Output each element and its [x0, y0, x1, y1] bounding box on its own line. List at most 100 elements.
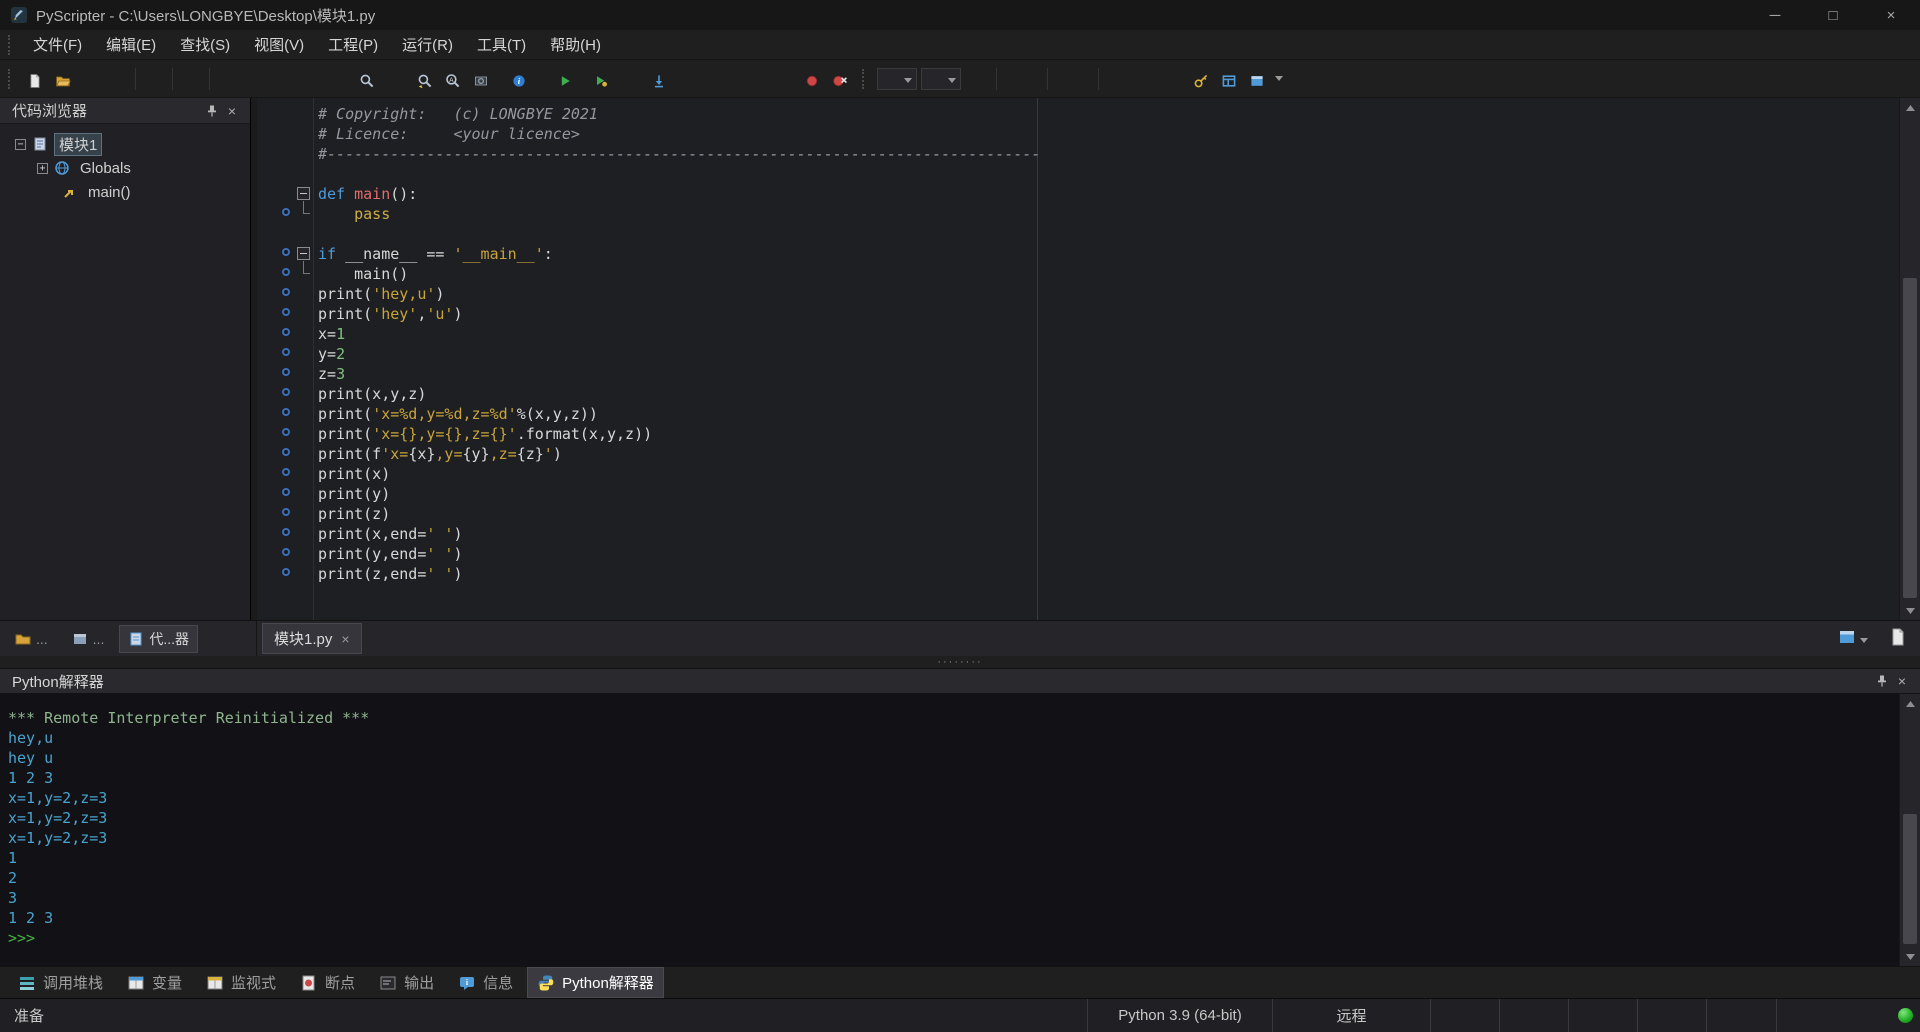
code-line[interactable]: # Copyright: (c) LONGBYE 2021	[257, 104, 1899, 124]
code-line[interactable]	[257, 224, 1899, 244]
open-folder-button[interactable]	[49, 65, 77, 93]
code-line[interactable]	[257, 164, 1899, 184]
breakpoint-marker-icon[interactable]	[282, 488, 290, 496]
code-line[interactable]: print(z,end=' ')	[257, 564, 1899, 584]
code-line[interactable]: print('hey','u')	[257, 304, 1899, 324]
engine-combo[interactable]	[921, 67, 961, 90]
step-down-button[interactable]	[645, 65, 673, 93]
breakpoint-marker-icon[interactable]	[282, 308, 290, 316]
breakpoint-marker-icon[interactable]	[282, 448, 290, 456]
code-line[interactable]: print(z)	[257, 504, 1899, 524]
menu-item-t[interactable]: 工具(T)	[465, 30, 538, 59]
menu-item-h[interactable]: 帮助(H)	[538, 30, 613, 59]
tree-item-1[interactable]: − 模块1	[0, 132, 250, 156]
menu-item-s[interactable]: 查找(S)	[168, 30, 242, 59]
code-line[interactable]: print(x,y,z)	[257, 384, 1899, 404]
breakpoint-marker-icon[interactable]	[282, 408, 290, 416]
code-line[interactable]: # Licence: <your licence>	[257, 124, 1899, 144]
menu-item-p[interactable]: 工程(P)	[316, 30, 390, 59]
run-button[interactable]	[551, 65, 579, 93]
code-line[interactable]: print(f'x={x},y={y},z={z}')	[257, 444, 1899, 464]
code-line[interactable]: main()	[257, 261, 1899, 284]
close-button[interactable]: ×	[1862, 0, 1920, 30]
tree-item-globals[interactable]: + Globals	[0, 156, 250, 180]
tab-close-icon[interactable]: ×	[341, 631, 349, 647]
search-button[interactable]	[353, 65, 381, 93]
maximize-button[interactable]: □	[1804, 0, 1862, 30]
code-line[interactable]: print(y,end=' ')	[257, 544, 1899, 564]
code-line[interactable]: def main():	[257, 184, 1899, 204]
interpreter-output[interactable]: *** Remote Interpreter Reinitialized ***…	[0, 694, 1899, 966]
search-next-button[interactable]	[411, 65, 439, 93]
info-button[interactable]: i	[505, 65, 533, 93]
breakpoint-marker-icon[interactable]	[282, 248, 290, 256]
breakpoint-button[interactable]	[798, 65, 826, 93]
windows-button[interactable]	[1243, 65, 1271, 93]
breakpoint-marker-icon[interactable]	[282, 328, 290, 336]
editor-tab-module1[interactable]: 模块1.py ×	[262, 623, 362, 654]
editor-list-button[interactable]	[1837, 627, 1868, 651]
new-file-button[interactable]	[21, 65, 49, 93]
screenshot-button[interactable]	[467, 65, 495, 93]
scroll-down-icon[interactable]	[1900, 601, 1920, 620]
dock-tab-files[interactable]: ...	[6, 627, 57, 651]
code-line[interactable]: x=1	[257, 324, 1899, 344]
code-area[interactable]: # Copyright: (c) LONGBYE 2021 # Licence: …	[257, 98, 1899, 620]
breakpoint-marker-icon[interactable]	[282, 528, 290, 536]
breakpoint-marker-icon[interactable]	[282, 568, 290, 576]
code-line[interactable]: print('x=%d,y=%d,z=%d'%(x,y,z))	[257, 404, 1899, 424]
code-line[interactable]: print(x)	[257, 464, 1899, 484]
code-line[interactable]: pass	[257, 201, 1899, 224]
scroll-up-icon[interactable]	[1900, 98, 1920, 117]
breakpoint-clear-button[interactable]	[826, 65, 854, 93]
breakpoint-marker-icon[interactable]	[282, 468, 290, 476]
pin-icon[interactable]	[202, 101, 222, 121]
fold-collapse-icon[interactable]	[297, 187, 310, 200]
dropdown-caret-button[interactable]	[1271, 65, 1287, 93]
expand-icon[interactable]: +	[37, 162, 48, 174]
code-line[interactable]: z=3	[257, 364, 1899, 384]
scrollbar-thumb[interactable]	[1903, 278, 1917, 598]
code-line[interactable]: #---------------------------------------…	[257, 144, 1899, 164]
dock-tab-project[interactable]: ...	[63, 627, 114, 651]
dock-tab-explorer[interactable]: 代...器	[119, 624, 199, 653]
breakpoint-marker-icon[interactable]	[282, 348, 290, 356]
menu-item-e[interactable]: 编辑(E)	[94, 30, 168, 59]
code-line[interactable]: y=2	[257, 344, 1899, 364]
debug-button[interactable]	[587, 65, 615, 93]
dock-tab-python[interactable]: Python解释器	[527, 967, 664, 998]
collapse-icon[interactable]: −	[15, 138, 26, 150]
code-line[interactable]: print(x,end=' ')	[257, 524, 1899, 544]
tools-button[interactable]	[1187, 65, 1215, 93]
menu-item-f[interactable]: 文件(F)	[21, 30, 94, 59]
layouts-button[interactable]	[1215, 65, 1243, 93]
dock-tab-breakpoints[interactable]: 断点	[290, 967, 365, 998]
fold-collapse-icon[interactable]	[297, 247, 310, 260]
dock-tab-callstack[interactable]: 调用堆栈	[8, 967, 113, 998]
code-line[interactable]: if __name__ == '__main__':	[257, 244, 1899, 264]
interpreter-scrollbar[interactable]	[1899, 694, 1920, 966]
code-line[interactable]: print(y)	[257, 484, 1899, 504]
breakpoint-marker-icon[interactable]	[282, 368, 290, 376]
breakpoint-marker-icon[interactable]	[282, 388, 290, 396]
new-editor-button[interactable]	[1888, 627, 1908, 651]
horizontal-splitter[interactable]: ········	[0, 656, 1920, 668]
scroll-down-icon[interactable]	[1900, 947, 1920, 966]
code-line[interactable]: print('x={},y={},z={}'.format(x,y,z))	[257, 424, 1899, 444]
interpreter-panel[interactable]: *** Remote Interpreter Reinitialized ***…	[0, 694, 1920, 966]
minimize-button[interactable]: ─	[1746, 0, 1804, 30]
breakpoint-marker-icon[interactable]	[282, 508, 290, 516]
breakpoint-marker-icon[interactable]	[282, 208, 290, 216]
breakpoint-marker-icon[interactable]	[282, 428, 290, 436]
breakpoint-marker-icon[interactable]	[282, 288, 290, 296]
code-line[interactable]: print('hey,u')	[257, 284, 1899, 304]
menu-item-r[interactable]: 运行(R)	[390, 30, 465, 59]
pin-icon[interactable]	[1872, 671, 1892, 691]
scrollbar-thumb[interactable]	[1903, 814, 1917, 944]
dock-tab-output[interactable]: 输出	[369, 967, 444, 998]
dock-tab-watches[interactable]: 监视式	[196, 967, 286, 998]
menu-item-v[interactable]: 视图(V)	[242, 30, 316, 59]
dock-tab-messages[interactable]: i 信息	[448, 967, 523, 998]
close-panel-icon[interactable]: ×	[222, 101, 242, 121]
search-in-files-button[interactable]: A	[439, 65, 467, 93]
